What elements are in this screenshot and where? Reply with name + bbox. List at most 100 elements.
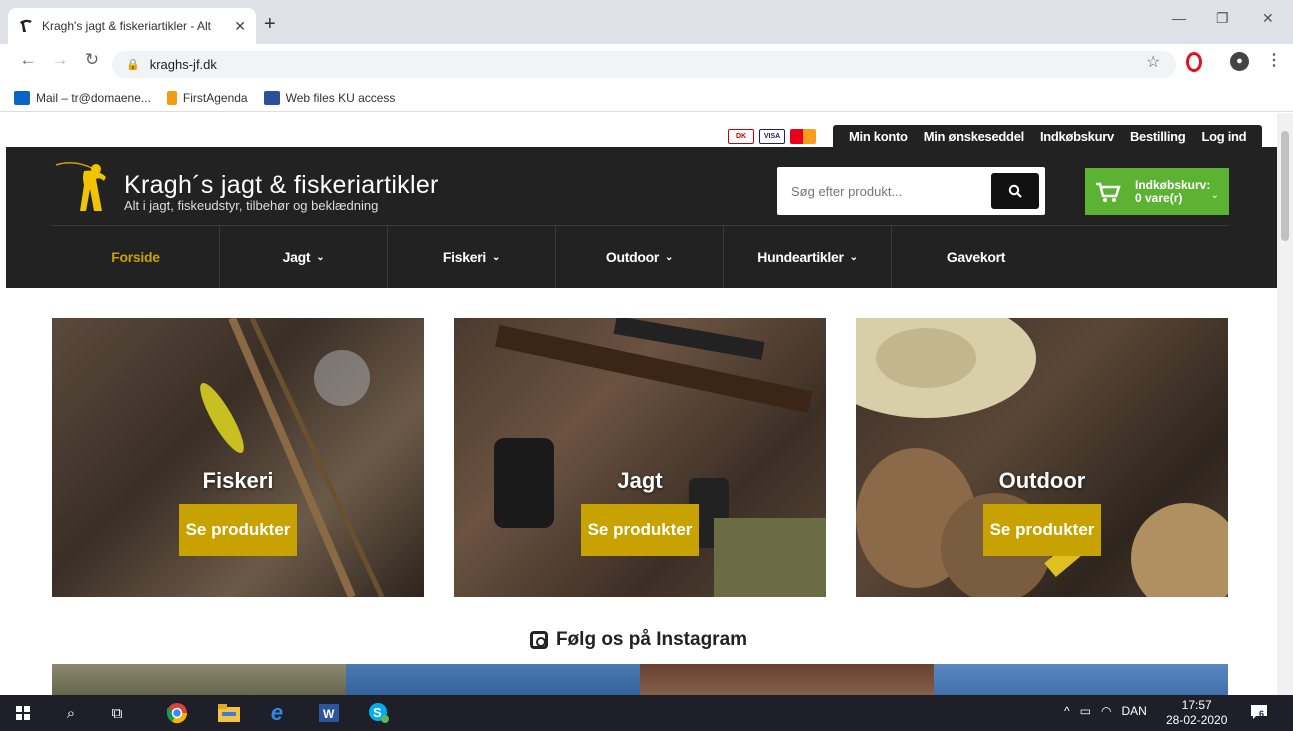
tile-outdoor[interactable]: Outdoor Se produkter [856, 318, 1228, 597]
tile-label: Outdoor [998, 468, 1086, 493]
search-box [777, 167, 1045, 215]
browser-menu-icon[interactable]: ⋮ [1266, 50, 1282, 70]
account-links: Min konto Min ønskeseddel Indkøbskurv Be… [833, 125, 1263, 147]
nav-label: Gavekort [946, 249, 1006, 265]
bookmark-star-icon[interactable]: ☆ [1146, 52, 1160, 72]
bookmark-web-files[interactable]: Web files KU access [263, 90, 396, 105]
page-scrollbar[interactable] [1277, 113, 1293, 695]
minimize-icon[interactable]: — [1172, 10, 1186, 26]
instagram-photo[interactable] [346, 664, 640, 695]
nav-label: Fiskeri [442, 249, 486, 265]
nav-label: Forside [111, 249, 160, 265]
internet-explorer-icon[interactable]: e [264, 700, 290, 726]
back-icon[interactable]: ← [18, 50, 38, 70]
cart-count: 0 vare(r) [1135, 190, 1183, 205]
top-bar: DK VISA MC Min konto Min ønskeseddel Ind… [728, 125, 1263, 147]
account-icon[interactable]: ● [1230, 52, 1249, 71]
opera-extension-icon[interactable] [1186, 52, 1202, 72]
tile-fiskeri[interactable]: Fiskeri Se produkter [52, 318, 424, 597]
notification-center-icon[interactable]: 6 [1250, 703, 1268, 721]
nav-label: Hundeartikler [757, 249, 844, 265]
skype-icon[interactable]: S [366, 700, 392, 726]
chevron-down-icon: ⌄ [665, 251, 674, 263]
url-text: kraghs-jf.dk [149, 57, 217, 72]
cart-title: Indkøbskurv: [1135, 177, 1211, 192]
link-log-ind[interactable]: Log ind [1201, 129, 1246, 144]
brand[interactable]: Kragh´s jagt & fiskeriartikler Alt i jag… [124, 171, 439, 213]
clock[interactable]: 17:57 28-02-2020 [1166, 698, 1227, 728]
nav-label: Jagt [282, 249, 311, 265]
search-icon[interactable]: ⌕ [58, 700, 84, 726]
battery-icon[interactable]: ▭ [1080, 704, 1091, 718]
nav-forside[interactable]: Forside [52, 226, 220, 288]
cart-icon [1096, 182, 1121, 202]
tab-title: Kragh's jagt & fiskeriartikler - Alt [42, 19, 212, 33]
svg-text:S: S [373, 705, 382, 720]
visa-icon: VISA [759, 128, 785, 144]
scrollbar-thumb[interactable] [1281, 131, 1289, 241]
nav-hundeartikler[interactable]: Hundeartikler ⌄ [724, 226, 892, 288]
cart-button[interactable]: Indkøbskurv: 0 vare(r) ⌄ [1085, 168, 1229, 215]
payment-cards: DK VISA MC [728, 128, 821, 144]
restore-icon[interactable]: ❐ [1216, 10, 1229, 27]
chevron-down-icon: ⌄ [316, 251, 325, 263]
new-tab-icon[interactable]: + [264, 12, 276, 36]
site-favicon [18, 18, 34, 34]
firstagenda-icon [166, 90, 177, 105]
search-icon [1008, 184, 1022, 198]
bookmark-mail[interactable]: Mail – tr@domaene... [14, 90, 151, 105]
forward-icon[interactable]: → [50, 50, 70, 70]
close-tab-icon[interactable]: ✕ [234, 18, 246, 35]
link-bestilling[interactable]: Bestilling [1130, 129, 1186, 144]
task-view-icon[interactable]: ⧉ [104, 700, 130, 726]
se-produkter-button[interactable]: Se produkter [581, 504, 699, 556]
nav-outdoor[interactable]: Outdoor ⌄ [556, 226, 724, 288]
close-window-icon[interactable]: ✕ [1262, 10, 1274, 27]
search-button[interactable] [991, 173, 1039, 209]
browser-tab[interactable]: Kragh's jagt & fiskeriartikler - Alt ✕ [8, 8, 256, 44]
language-indicator[interactable]: DAN [1121, 704, 1146, 718]
link-min-onskeseddel[interactable]: Min ønskeseddel [924, 129, 1025, 144]
bookmarks-bar: Mail – tr@domaene... FirstAgenda Web fil… [0, 84, 1293, 112]
dankort-icon: DK [728, 128, 754, 144]
mastercard-icon: MC [790, 128, 816, 144]
bookmark-firstagenda[interactable]: FirstAgenda [166, 90, 248, 105]
tile-jagt[interactable]: Jagt Se produkter [454, 318, 826, 597]
fisherman-logo-icon[interactable] [54, 157, 114, 217]
bookmark-label: Web files KU access [285, 90, 396, 105]
chevron-down-icon: ⌄ [1210, 190, 1219, 201]
lock-icon: 🔒 [126, 59, 140, 71]
nav-jagt[interactable]: Jagt ⌄ [220, 226, 388, 288]
reload-icon[interactable]: ↻ [82, 50, 102, 70]
word-icon[interactable]: W [316, 700, 342, 726]
site-header: Kragh´s jagt & fiskeriartikler Alt i jag… [6, 147, 1277, 288]
system-tray: ^ ▭ ◠ DAN [1064, 704, 1147, 718]
bookmark-label: Mail – tr@domaene... [36, 90, 151, 105]
outlook-icon [14, 90, 30, 105]
chevron-down-icon: ⌄ [849, 251, 858, 263]
wifi-icon[interactable]: ◠ [1101, 704, 1111, 718]
instagram-icon [529, 631, 548, 649]
nav-fiskeri[interactable]: Fiskeri ⌄ [388, 226, 556, 288]
se-produkter-button[interactable]: Se produkter [179, 504, 297, 556]
nav-gavekort[interactable]: Gavekort [892, 226, 1060, 288]
link-indkobskurv[interactable]: Indkøbskurv [1040, 129, 1114, 144]
chrome-icon[interactable] [164, 700, 190, 726]
windows-start-icon[interactable] [10, 700, 36, 726]
se-produkter-button[interactable]: Se produkter [983, 504, 1101, 556]
brand-title: Kragh´s jagt & fiskeriartikler [124, 171, 439, 199]
instagram-heading-text: Følg os på Instagram [555, 629, 748, 650]
chevron-up-icon[interactable]: ^ [1064, 704, 1070, 718]
notification-count: 6 [1259, 709, 1265, 719]
link-min-konto[interactable]: Min konto [849, 129, 908, 144]
web-page: DK VISA MC Min konto Min ønskeseddel Ind… [0, 113, 1277, 695]
file-explorer-icon[interactable] [216, 700, 242, 726]
brand-subtitle: Alt i jagt, fiskeudstyr, tilbehør og bek… [124, 198, 379, 213]
main-nav: Forside Jagt ⌄ Fiskeri ⌄ Outdoor ⌄ Hundeart… [52, 226, 1060, 288]
svg-text:W: W [323, 707, 335, 721]
instagram-photo[interactable] [934, 664, 1228, 695]
instagram-photo[interactable] [52, 664, 346, 695]
address-bar[interactable]: 🔒 kraghs-jf.dk [112, 51, 1176, 78]
instagram-photo[interactable] [640, 664, 934, 695]
search-input[interactable] [783, 173, 991, 209]
